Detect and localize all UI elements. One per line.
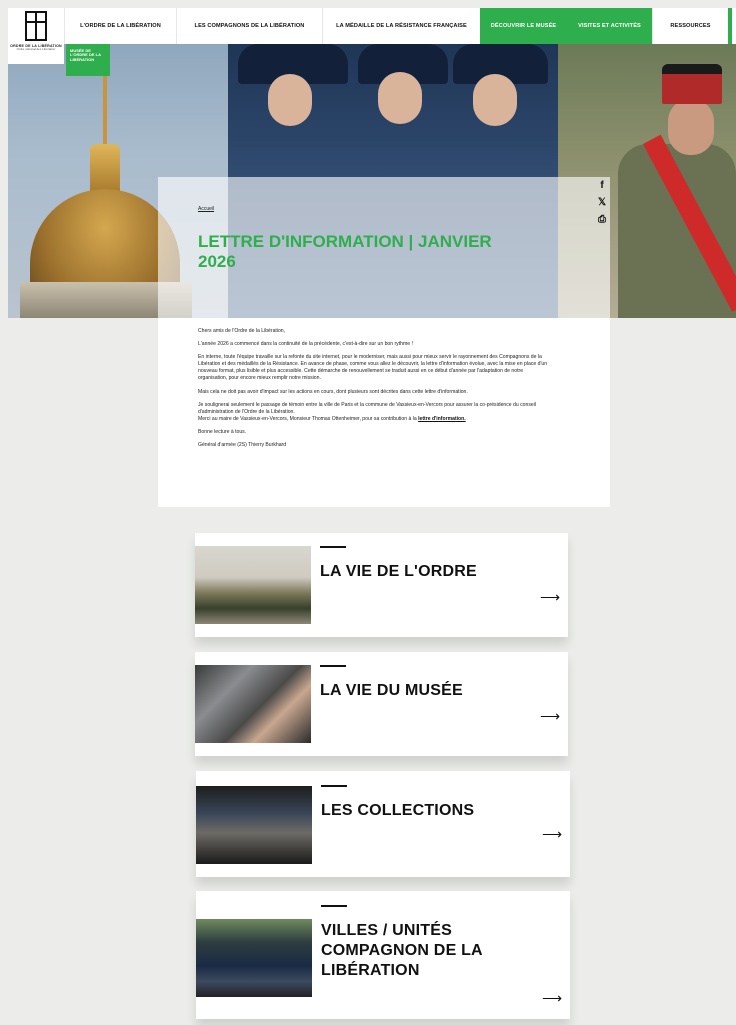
share-bar: f 𝕏 ⎙ (596, 180, 608, 226)
card-title: VILLES / UNITÉS COMPAGNON DE LA LIBÉRATI… (321, 922, 483, 979)
card-thumbnail (196, 919, 312, 997)
letter-greeting: Chers amis de l'Ordre de la Libération, (198, 328, 286, 334)
nav-edge (728, 8, 732, 44)
cross-of-liberation-icon (25, 11, 47, 41)
arrow-right-icon[interactable]: ⟶ (540, 708, 560, 725)
musee-tag[interactable]: MUSÉE DE L'ORDRE DE LA LIBÉRATION (66, 44, 110, 76)
breadcrumb-home[interactable]: Accueil (198, 206, 214, 212)
page-title: LETTRE D'INFORMATION | JANVIER 2026 (198, 232, 492, 271)
card-vie-musee[interactable]: LA VIE DU MUSÉE ⟶ (195, 652, 568, 756)
card-title: LA VIE DE L'ORDRE (320, 563, 477, 580)
card-villes-unites[interactable]: VILLES / UNITÉS COMPAGNON DE LA LIBÉRATI… (196, 891, 570, 1019)
nav-item-compagnons[interactable]: Les compagnons de la Libération (176, 8, 322, 44)
logo-subtext: Ordre national des Libération (16, 47, 56, 51)
letter-signature: Général d'armée (2S) Thierry Burkhard (198, 442, 287, 449)
newsletter-link[interactable]: lettre d'information. (418, 416, 466, 422)
newsletter-content: Accueil LETTRE D'INFORMATION | JANVIER 2… (158, 177, 610, 507)
card-thumbnail (195, 665, 311, 743)
letter-paragraph: Je soulignerai seulement le passage de t… (198, 401, 536, 422)
nav-item-ressources[interactable]: Ressources (652, 8, 728, 44)
arrow-right-icon[interactable]: ⟶ (542, 826, 562, 843)
arrow-right-icon[interactable]: ⟶ (542, 990, 562, 1007)
letter-body: Chers amis de l'Ordre de la Libération, … (198, 328, 550, 455)
letter-paragraph: L'année 2026 a commencé dans la continui… (198, 341, 413, 348)
main-nav: L'ordre de la Libération Les compagnons … (64, 8, 736, 44)
arrow-right-icon[interactable]: ⟶ (540, 589, 560, 606)
card-thumbnail (196, 786, 312, 864)
card-vie-ordre[interactable]: LA VIE DE L'ORDRE ⟶ (195, 533, 568, 637)
logo[interactable]: ORDRE DE LA LIBÉRATION Ordre national de… (8, 8, 64, 64)
nav-item-visites[interactable]: Visites et activités (566, 8, 652, 44)
nav-item-musee[interactable]: Découvrir le musée (480, 8, 566, 44)
letter-paragraph: En interne, toute l'équipe travaille sur… (198, 354, 548, 382)
nav-item-ordre[interactable]: L'ordre de la Libération (64, 8, 176, 44)
letter-paragraph: Mais cela ne doit pas avoir d'impact sur… (198, 388, 468, 395)
card-thumbnail (195, 546, 311, 624)
card-collections[interactable]: LES COLLECTIONS ⟶ (196, 771, 570, 877)
x-icon[interactable]: 𝕏 (598, 197, 606, 209)
nav-item-medaille[interactable]: La médaille de la Résistance française (322, 8, 480, 44)
facebook-icon[interactable]: f (600, 180, 603, 192)
card-title: LES COLLECTIONS (321, 802, 475, 819)
letter-closing: Bonne lecture à tous. (198, 428, 247, 435)
print-icon[interactable]: ⎙ (598, 214, 606, 226)
card-title: LA VIE DU MUSÉE (320, 682, 463, 699)
